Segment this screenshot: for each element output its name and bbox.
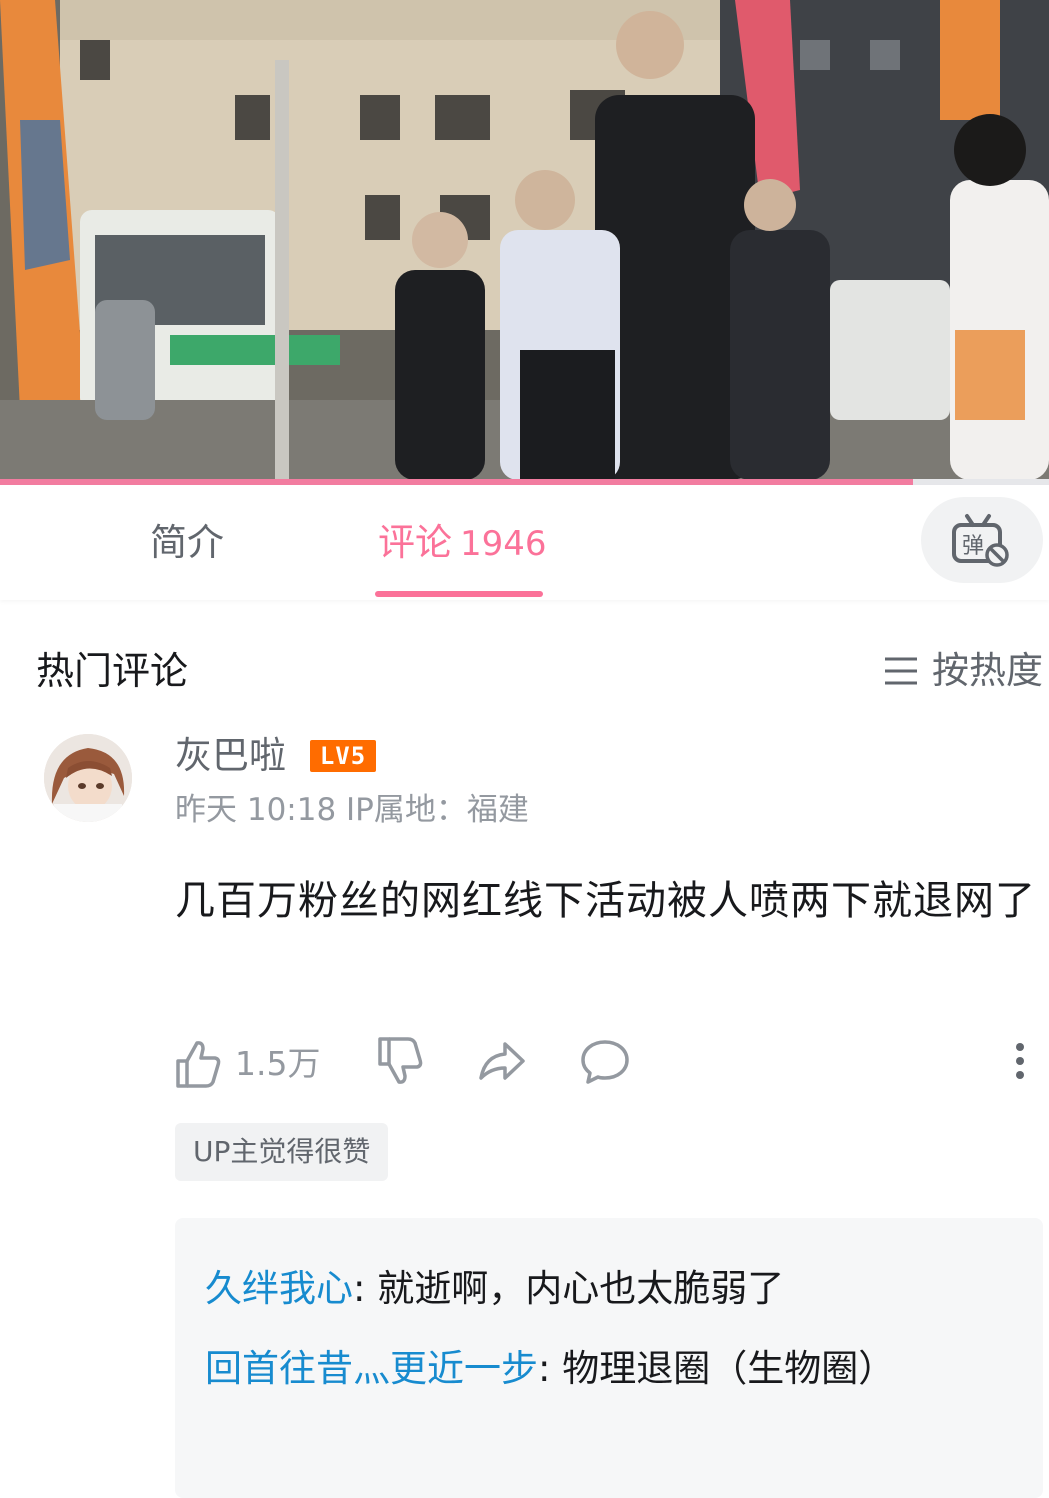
- reply-text: 物理退圈（生物圈）: [562, 1347, 896, 1390]
- tab-comments-count: 1946: [460, 524, 547, 564]
- more-options-button[interactable]: [1007, 1036, 1033, 1090]
- reply-button[interactable]: [580, 1036, 630, 1090]
- comment-bubble-icon: [581, 1040, 629, 1084]
- svg-text:弹: 弹: [962, 534, 984, 559]
- reply-preview-box[interactable]: 久绊我心: 就逝啊，内心也太脆弱了 回首往昔灬更近一步: 物理退圈（生物圈）: [175, 1218, 1043, 1498]
- up-liked-tag: UP主觉得很赞: [175, 1123, 389, 1181]
- reply-item: 回首往昔灬更近一步: 物理退圈（生物圈）: [205, 1336, 925, 1402]
- reply-username[interactable]: 回首往昔灬更近一步: [205, 1347, 538, 1390]
- share-icon: [479, 1042, 525, 1080]
- comment-meta: 昨天 10:18 IP属地：福建: [175, 792, 529, 828]
- menu-icon: [885, 657, 917, 685]
- tab-intro-label: 简介: [150, 521, 224, 564]
- comment-actions: 1.5万: [175, 1036, 1045, 1092]
- tab-bar: 简介 评论 1946 弹: [0, 485, 1049, 600]
- video-player[interactable]: [0, 0, 1049, 480]
- like-count: 1.5万: [235, 1044, 321, 1083]
- thumbs-down-icon: [378, 1037, 423, 1084]
- reply-separator: :: [353, 1267, 378, 1310]
- avatar[interactable]: [44, 734, 132, 822]
- comment-text: 几百万粉丝的网红线下活动被人喷两下就退网了: [175, 878, 1036, 924]
- share-button[interactable]: [477, 1036, 527, 1090]
- video-frame: [0, 0, 1049, 480]
- reply-username[interactable]: 久绊我心: [205, 1267, 353, 1310]
- active-tab-indicator: [375, 591, 543, 597]
- dislike-button[interactable]: [377, 1036, 423, 1090]
- reply-text: 就逝啊，内心也太脆弱了: [377, 1267, 785, 1310]
- tab-comments[interactable]: 评论 1946: [378, 515, 547, 572]
- reply-item: 久绊我心: 就逝啊，内心也太脆弱了: [205, 1256, 925, 1322]
- danmaku-off-icon: 弹: [952, 514, 1009, 567]
- reply-separator: :: [538, 1347, 563, 1390]
- like-button[interactable]: 1.5万: [175, 1036, 320, 1092]
- more-vertical-icon: [1016, 1043, 1024, 1079]
- level-badge: LV5: [310, 740, 376, 772]
- sort-label: 按热度: [932, 649, 1043, 692]
- sort-button[interactable]: 按热度: [884, 648, 1043, 694]
- tab-intro[interactable]: 简介: [150, 515, 224, 571]
- thumbs-up-icon: [176, 1041, 221, 1088]
- danmaku-toggle-button[interactable]: 弹: [921, 497, 1043, 583]
- avatar-image: [44, 734, 132, 822]
- hot-comments-title: 热门评论: [36, 649, 189, 693]
- comment-username[interactable]: 灰巴啦: [175, 733, 286, 779]
- tab-comments-label: 评论: [378, 521, 452, 564]
